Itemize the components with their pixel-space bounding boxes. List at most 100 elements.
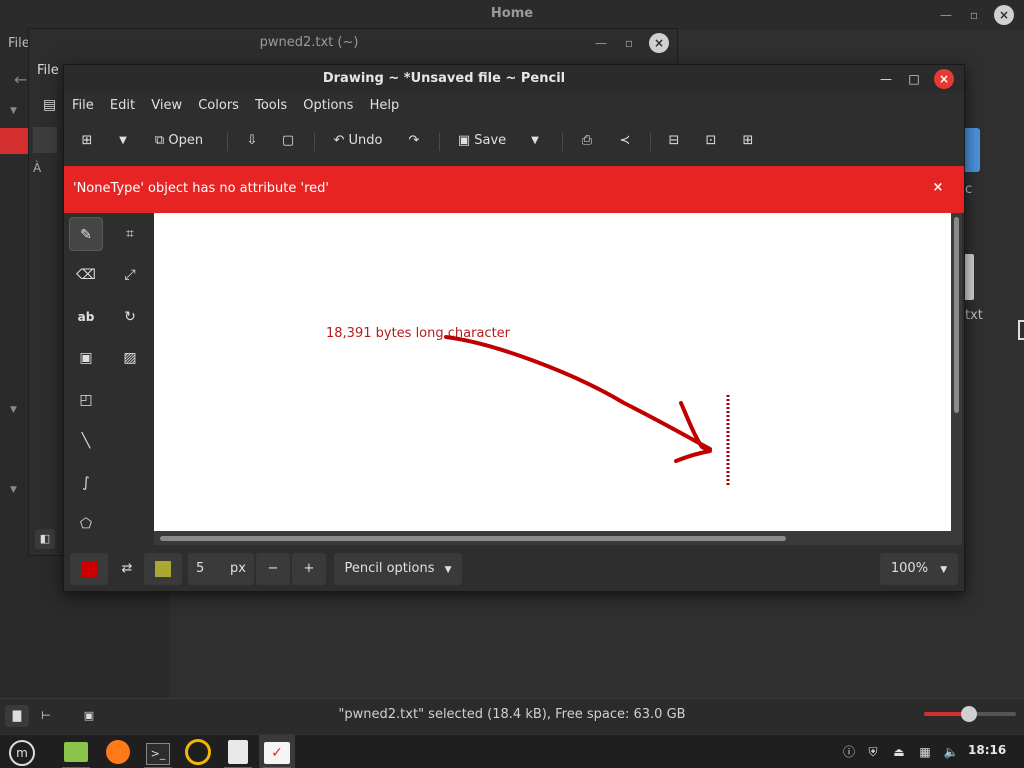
menu-edit[interactable]: Edit (104, 93, 141, 118)
expander-icon[interactable]: ▼ (10, 405, 17, 415)
file-manager-titlebar: Home — ▫ × (0, 0, 1024, 30)
line-tool-icon[interactable]: ╲ (69, 424, 103, 458)
drawing-app-icon[interactable]: ✓ (259, 735, 295, 768)
share-icon[interactable]: ≺ (612, 123, 638, 159)
crop-tool-icon[interactable]: ⌗ (113, 217, 147, 251)
shield-icon[interactable]: ⛨ (864, 743, 882, 761)
file-manager-title: Home (490, 6, 534, 21)
filters-tool-icon[interactable]: ▨ (113, 341, 147, 375)
options-bar: ⇄ 5 px − + Pencil options ▼ 100% ▼ (64, 545, 964, 591)
pencil-tool-icon[interactable]: ✎ (69, 217, 103, 251)
error-infobar: 'NoneType' object has no attribute 'red'… (64, 166, 964, 213)
firefox-icon[interactable] (100, 735, 136, 768)
zoom-out-icon[interactable]: ⊟ (662, 123, 686, 159)
rotate-tool-icon[interactable]: ↻ (113, 300, 147, 334)
redo-icon[interactable]: ↷ (402, 123, 426, 159)
menu-bar: File Edit View Colors Tools Options Help (64, 93, 964, 121)
menu-file-label[interactable]: File (8, 36, 30, 51)
save-dropdown-icon[interactable]: ▼ (524, 123, 546, 159)
tool-palette: ✎ ⌗ ⌫ ⤢ ab ↻ ▣ ▨ ◰ ╲ ∫ ⬠ (64, 213, 154, 543)
sync-app-icon[interactable] (180, 735, 216, 768)
print-icon[interactable]: ⎙ (574, 123, 600, 159)
zoom-in-icon[interactable]: ⊞ (736, 123, 760, 159)
back-arrow-icon[interactable]: ← (14, 70, 27, 89)
expander-icon[interactable]: ▼ (10, 485, 17, 495)
text-editor-app-icon[interactable] (220, 735, 256, 768)
size-value: 5 (196, 561, 205, 576)
update-manager-icon[interactable]: ⓘ (840, 743, 858, 761)
drawing-titlebar: Drawing ~ *Unsaved file ~ Pencil — □ × (64, 65, 964, 93)
clock[interactable]: 18:16 (968, 743, 1006, 757)
tool-options-dropdown[interactable]: Pencil options ▼ (334, 553, 462, 585)
new-dropdown-icon[interactable]: ▼ (112, 123, 134, 159)
swap-colors-icon[interactable]: ⇄ (114, 553, 140, 585)
shape-tool-icon[interactable]: ⬠ (69, 507, 103, 541)
close-icon[interactable]: × (649, 33, 669, 53)
close-icon[interactable]: × (994, 5, 1014, 25)
expander-icon[interactable]: ▼ (10, 106, 17, 116)
zoom-slider-handle[interactable] (961, 706, 977, 722)
resize-handle[interactable] (1018, 320, 1024, 340)
horizontal-scrollbar[interactable] (160, 536, 786, 541)
menu-help[interactable]: Help (364, 93, 406, 118)
drawing-window: Drawing ~ *Unsaved file ~ Pencil — □ × F… (63, 64, 965, 592)
scale-tool-icon[interactable]: ⤢ (113, 258, 147, 292)
minimize-icon[interactable]: — (876, 69, 896, 89)
menu-options[interactable]: Options (297, 93, 359, 118)
drawing-title: Drawing ~ *Unsaved file ~ Pencil (322, 71, 566, 86)
main-color-button[interactable] (70, 553, 108, 585)
secondary-color-button[interactable] (144, 553, 182, 585)
undo-button[interactable]: ↶ Undo (326, 123, 390, 159)
menu-file-label[interactable]: File (37, 63, 59, 78)
chevron-down-icon: ▼ (940, 565, 948, 575)
mint-menu-icon[interactable]: m (4, 735, 40, 768)
zoom-original-icon[interactable]: ⊡ (699, 123, 723, 159)
free-select-tool-icon[interactable]: ◰ (69, 383, 103, 417)
menu-tools[interactable]: Tools (249, 93, 293, 118)
toolbar-separator (650, 133, 651, 151)
minimize-icon[interactable]: — (591, 33, 611, 53)
maximize-icon[interactable]: □ (904, 69, 924, 89)
network-icon[interactable]: ▦ (916, 743, 934, 761)
size-decrease-button[interactable]: − (256, 553, 290, 585)
open-button[interactable]: ⧉ Open (148, 123, 210, 159)
minimize-icon[interactable]: — (936, 5, 956, 25)
error-message: 'NoneType' object has no attribute 'red' (73, 181, 329, 196)
eraser-tool-icon[interactable]: ⌫ (69, 258, 103, 292)
menu-colors[interactable]: Colors (192, 93, 245, 118)
text-editor-title: pwned2.txt (~) (259, 35, 359, 50)
menu-file[interactable]: File (66, 93, 100, 118)
file-label: c (965, 182, 973, 197)
drawing-canvas[interactable]: 18,391 bytes long character (154, 213, 951, 531)
new-image-icon[interactable]: ⊞ (74, 123, 100, 159)
volume-icon[interactable]: 🔈 (942, 743, 960, 761)
zoom-dropdown[interactable]: 100% ▼ (880, 553, 958, 585)
open-icon: ⧉ (154, 133, 165, 148)
text-tool-icon[interactable]: ab (69, 300, 103, 334)
terminal-icon[interactable]: >_ (140, 735, 176, 768)
document-tab[interactable] (33, 127, 57, 153)
curve-tool-icon[interactable]: ∫ (69, 466, 103, 500)
vertical-scrollbar[interactable] (954, 217, 959, 413)
files-app-icon[interactable] (58, 735, 94, 768)
eject-icon[interactable]: ⏏ (890, 743, 908, 761)
menu-view[interactable]: View (145, 93, 188, 118)
import-icon[interactable]: ⇩ (240, 123, 264, 159)
close-icon[interactable]: × (934, 69, 954, 89)
save-button[interactable]: ▣ Save (450, 123, 514, 159)
new-document-icon[interactable]: ▤ (43, 97, 56, 113)
maximize-icon[interactable]: ▫ (619, 33, 639, 53)
size-input[interactable]: 5 px (188, 553, 254, 585)
maximize-icon[interactable]: ▫ (964, 5, 984, 25)
undo-icon: ↶ (333, 133, 345, 148)
size-increase-button[interactable]: + (292, 553, 326, 585)
paste-icon[interactable]: ▢ (276, 123, 300, 159)
file-manager-statusbar: ▇ ⊢ ▣ "pwned2.txt" selected (18.4 kB), F… (0, 698, 1024, 734)
toolbar-separator (439, 133, 440, 151)
main-color-swatch (81, 561, 97, 577)
side-panel-icon[interactable]: ◧ (35, 529, 55, 549)
pencil-stroke-arrow (444, 335, 730, 487)
rect-select-tool-icon[interactable]: ▣ (69, 341, 103, 375)
status-text: "pwned2.txt" selected (18.4 kB), Free sp… (338, 707, 686, 722)
close-icon[interactable]: × (928, 180, 948, 195)
